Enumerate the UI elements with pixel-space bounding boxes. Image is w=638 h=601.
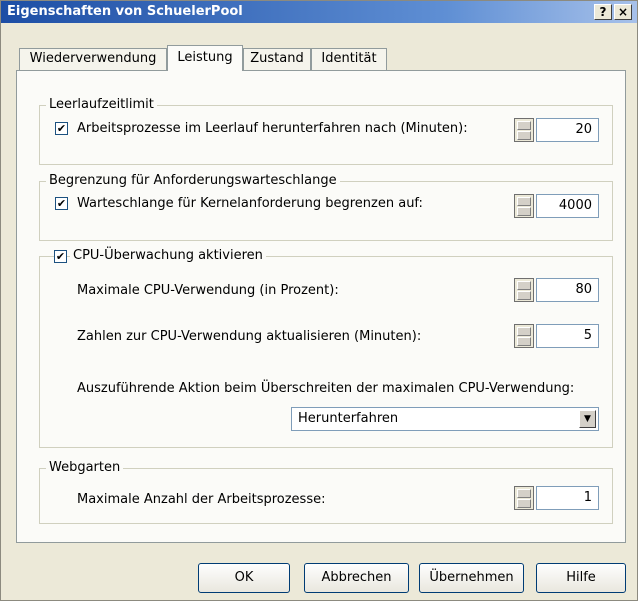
spin-up-icon[interactable] (517, 121, 531, 130)
queue-limit-input[interactable]: 4000 (536, 194, 599, 218)
tab-zustand[interactable]: Zustand (243, 48, 311, 70)
title-bar[interactable]: Eigenschaften von SchuelerPool ? × (1, 1, 637, 23)
group-idle-legend: Leerlaufzeitlimit (46, 97, 157, 112)
cpu-refresh-input[interactable]: 5 (536, 324, 599, 348)
properties-dialog: Eigenschaften von SchuelerPool ? × Wiede… (0, 0, 638, 601)
idle-spinner[interactable] (514, 118, 534, 142)
spin-down-icon[interactable] (517, 131, 531, 140)
max-cpu-spinner[interactable] (514, 278, 534, 302)
tab-leistung[interactable]: Leistung (167, 45, 243, 71)
cpu-action-value: Herunterfahren (298, 411, 399, 426)
close-button[interactable]: × (614, 4, 632, 20)
spin-down-icon[interactable] (517, 499, 531, 508)
tab-identitaet[interactable]: Identität (311, 48, 387, 70)
cancel-button[interactable]: Abbrechen (304, 563, 409, 593)
idle-shutdown-label: Arbeitsprozesse im Leerlauf herunterfahr… (77, 121, 468, 136)
queue-limit-checkbox[interactable]: ✔ (55, 197, 68, 210)
cpu-refresh-spinner[interactable] (514, 324, 534, 348)
tab-wiederverwendung[interactable]: Wiederverwendung (19, 48, 167, 70)
cpu-action-select[interactable]: Herunterfahren ▼ (291, 407, 599, 431)
chevron-down-icon[interactable]: ▼ (579, 410, 596, 428)
queue-limit-label: Warteschlange für Kernelanforderung begr… (77, 196, 423, 211)
help-dialog-button[interactable]: Hilfe (536, 563, 626, 593)
group-queue-legend: Begrenzung für Anforderungswarteschlange (46, 173, 340, 188)
spin-down-icon[interactable] (517, 207, 531, 216)
cpu-monitoring-checkbox[interactable]: ✔ (54, 250, 67, 263)
idle-minutes-input[interactable]: 20 (536, 118, 599, 142)
spin-down-icon[interactable] (517, 337, 531, 346)
idle-shutdown-checkbox[interactable]: ✔ (55, 122, 68, 135)
apply-button[interactable]: Übernehmen (419, 563, 524, 593)
queue-spinner[interactable] (514, 194, 534, 218)
webgarden-legend: Webgarten (46, 460, 124, 475)
max-cpu-label: Maximale CPU-Verwendung (in Prozent): (77, 283, 339, 298)
window-title: Eigenschaften von SchuelerPool (7, 4, 243, 19)
cpu-refresh-label: Zahlen zur CPU-Verwendung aktualisieren … (77, 329, 422, 344)
help-button[interactable]: ? (594, 4, 612, 20)
spin-up-icon[interactable] (517, 281, 531, 290)
ok-button[interactable]: OK (198, 563, 290, 593)
webgarden-input[interactable]: 1 (536, 486, 599, 510)
webgarden-spinner[interactable] (514, 486, 534, 510)
spin-up-icon[interactable] (517, 197, 531, 206)
cpu-action-label: Auszuführende Aktion beim Überschreiten … (77, 381, 575, 396)
spin-up-icon[interactable] (517, 327, 531, 336)
cpu-monitoring-legend[interactable]: CPU-Überwachung aktivieren (70, 248, 266, 263)
spin-down-icon[interactable] (517, 291, 531, 300)
spin-up-icon[interactable] (517, 489, 531, 498)
max-cpu-input[interactable]: 80 (536, 278, 599, 302)
webgarden-label: Maximale Anzahl der Arbeitsprozesse: (77, 492, 326, 507)
